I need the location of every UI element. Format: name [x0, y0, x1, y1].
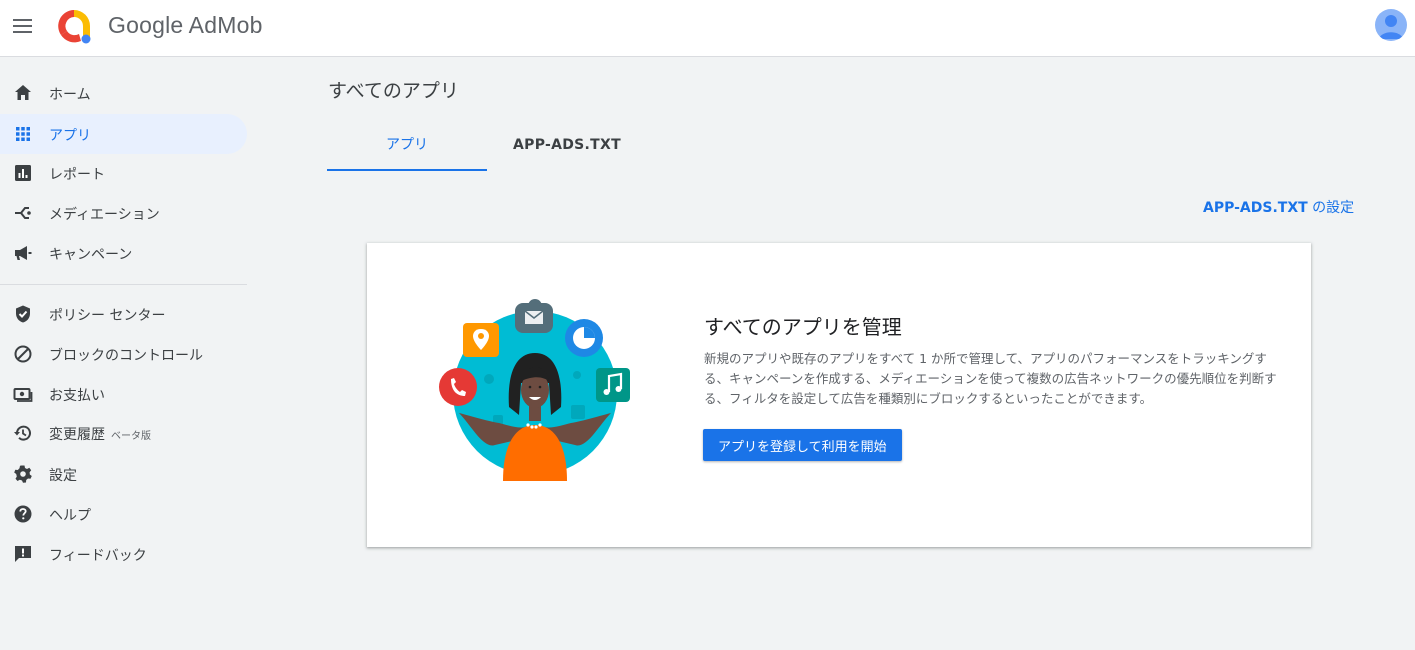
- sidebar-item-payments[interactable]: お支払い: [0, 374, 247, 414]
- sidebar-item-label: ブロックのコントロール: [49, 348, 203, 364]
- sidebar-nav: ホーム アプリ レポート メディエーション キャンペーン ポリシー センター ブ…: [0, 58, 256, 650]
- sidebar-item-label: キャンペーン: [49, 247, 133, 263]
- sidebar-item-label: ポリシー センター: [49, 308, 166, 324]
- sidebar-item-home[interactable]: ホーム: [0, 73, 247, 113]
- woman-juggling-apps-illustration: [439, 299, 630, 481]
- hamburger-menu-icon[interactable]: [10, 13, 36, 39]
- register-app-button[interactable]: アプリを登録して利用を開始: [703, 429, 902, 461]
- beta-badge: ベータ版: [111, 431, 151, 442]
- sidebar-item-label: メディエーション: [49, 207, 160, 223]
- sidebar-item-mediation[interactable]: メディエーション: [0, 193, 247, 233]
- sidebar-item-help[interactable]: ヘルプ: [0, 494, 247, 534]
- brand-name: Google AdMob: [108, 12, 263, 38]
- sidebar-item-settings[interactable]: 設定: [0, 454, 247, 494]
- sidebar-item-label: ヘルプ: [49, 508, 91, 524]
- sidebar-item-label: フィードバック: [49, 548, 147, 564]
- card-title: すべてのアプリを管理: [704, 315, 902, 339]
- sidebar-item-label: レポート: [49, 167, 105, 183]
- page-title: すべてのアプリ: [328, 80, 459, 102]
- sidebar-item-feedback[interactable]: フィードバック: [0, 534, 247, 574]
- top-app-bar: Google AdMob: [0, 0, 1415, 57]
- sidebar-item-change-history[interactable]: 変更履歴 ベータ版: [0, 413, 247, 453]
- tab-app-ads-txt[interactable]: APP-ADS.TXT: [487, 125, 647, 171]
- sidebar-item-policy-center[interactable]: ポリシー センター: [0, 294, 247, 334]
- block-icon: [14, 345, 32, 363]
- tab-apps[interactable]: アプリ: [327, 125, 487, 171]
- apps-grid-icon: [16, 127, 30, 141]
- sidebar-item-label: お支払い: [49, 388, 105, 404]
- sidebar-divider: [0, 284, 247, 285]
- link-strong-text: APP-ADS.TXT: [1203, 200, 1308, 216]
- home-icon: [15, 85, 31, 100]
- card-description: 新規のアプリや既存のアプリをすべて 1 か所で管理して、アプリのパフォーマンスを…: [704, 351, 1277, 406]
- sidebar-item-label: 設定: [49, 468, 77, 484]
- app-ads-txt-settings-link[interactable]: APP-ADS.TXT の設定: [1203, 197, 1354, 217]
- bar-chart-icon: [15, 165, 31, 181]
- megaphone-icon: [15, 246, 32, 260]
- sidebar-item-reports[interactable]: レポート: [0, 153, 247, 193]
- sidebar-item-label: ホーム: [49, 87, 91, 103]
- sidebar-item-campaigns[interactable]: キャンペーン: [0, 233, 247, 273]
- tab-bar: アプリ APP-ADS.TXT: [327, 125, 647, 171]
- gear-icon: [14, 465, 32, 483]
- history-icon: [14, 425, 31, 441]
- user-avatar-icon[interactable]: [1375, 9, 1407, 41]
- link-rest-text: の設定: [1307, 200, 1355, 216]
- payments-icon: [13, 388, 33, 402]
- sidebar-item-label: アプリ: [49, 128, 91, 144]
- sidebar-item-blocking-controls[interactable]: ブロックのコントロール: [0, 334, 247, 374]
- feedback-icon: [15, 546, 31, 562]
- shield-check-icon: [16, 305, 30, 323]
- help-icon: [14, 505, 32, 523]
- manage-apps-card: すべてのアプリを管理 新規のアプリや既存のアプリをすべて 1 か所で管理して、ア…: [367, 243, 1311, 547]
- mediation-icon: [15, 207, 31, 219]
- admob-logo-icon[interactable]: [55, 7, 93, 45]
- sidebar-item-label: 変更履歴: [49, 427, 105, 443]
- sidebar-item-apps[interactable]: アプリ: [0, 114, 247, 154]
- sidebar-item-label-wrap: 変更履歴 ベータ版: [49, 424, 151, 444]
